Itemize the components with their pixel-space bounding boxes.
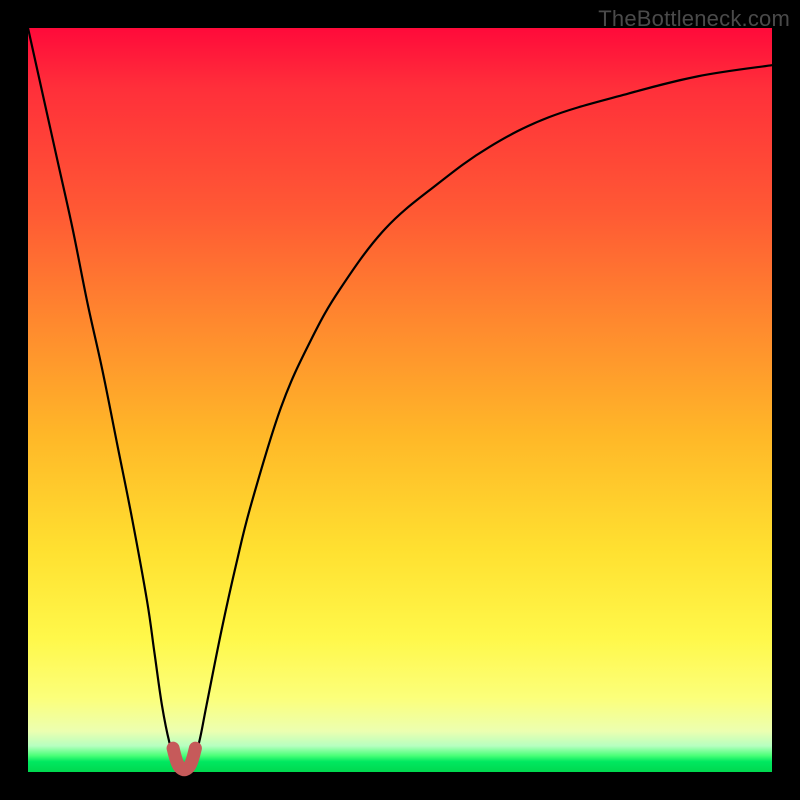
bottleneck-curve-svg [28,28,772,772]
optimal-marker [173,748,195,770]
watermark-text: TheBottleneck.com [598,6,790,32]
plot-area [28,28,772,772]
bottleneck-curve [28,28,772,770]
chart-frame: TheBottleneck.com [0,0,800,800]
